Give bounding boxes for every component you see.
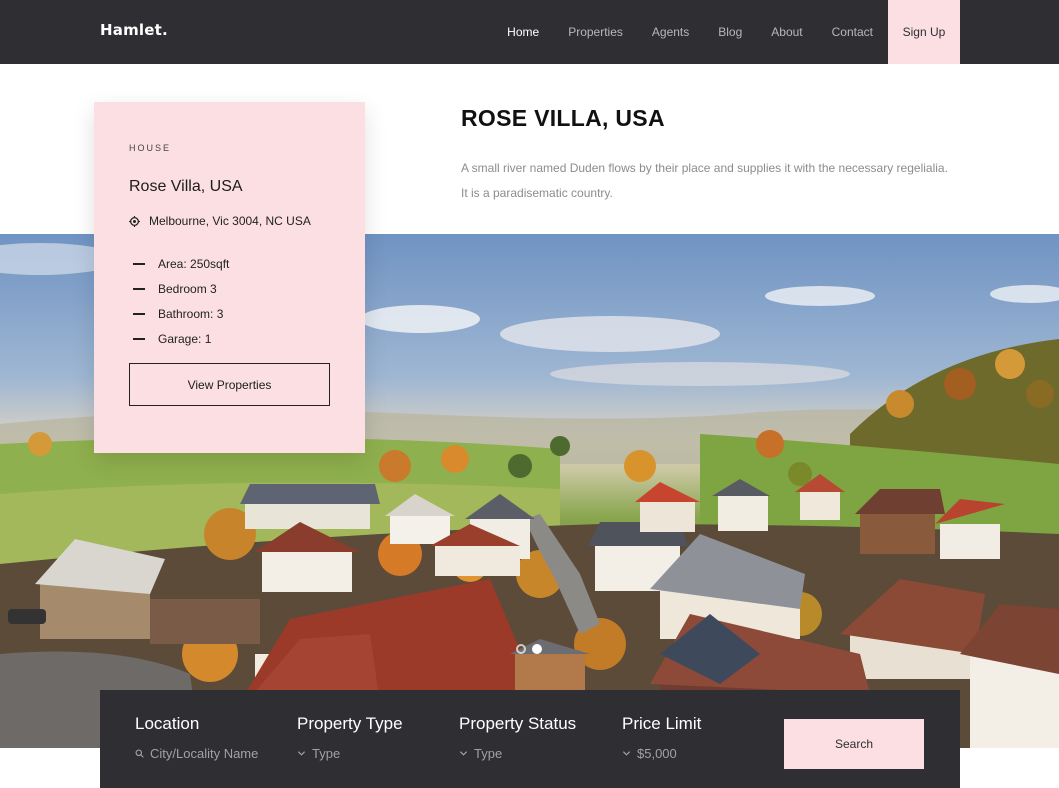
location-label: Location: [135, 714, 200, 733]
dash-icon: [133, 312, 145, 315]
main-nav: Home Properties Agents Blog About Contac…: [478, 0, 960, 64]
view-properties-button[interactable]: View Properties: [129, 363, 330, 406]
spec-bathroom-text: Bathroom: 3: [158, 306, 224, 321]
property-type-field[interactable]: Property Type Type: [297, 714, 403, 761]
slider-dot-1[interactable]: [516, 644, 526, 654]
location-input[interactable]: City/Locality Name: [135, 746, 258, 761]
chevron-down-icon: [297, 751, 306, 756]
location-placeholder: City/Locality Name: [150, 746, 259, 761]
search-icon: [135, 749, 144, 758]
property-status-label: Property Status: [459, 714, 577, 733]
spec-garage-text: Garage: 1: [158, 331, 212, 346]
price-limit-select[interactable]: $5,000: [622, 746, 701, 761]
property-specs: Area: 250sqft Bedroom 3 Bathroom: 3 Gara…: [133, 251, 229, 351]
property-status-value: Type: [474, 746, 503, 761]
nav-item-agents[interactable]: Agents: [652, 25, 689, 39]
slider-dots: [516, 644, 548, 654]
spec-area: Area: 250sqft: [133, 251, 229, 276]
price-limit-value: $5,000: [637, 746, 677, 761]
property-description: A small river named Duden flows by their…: [461, 161, 948, 200]
search-button[interactable]: Search: [784, 719, 924, 769]
property-type-value: Type: [312, 746, 341, 761]
nav-item-blog[interactable]: Blog: [718, 25, 742, 39]
location-field[interactable]: Location City/Locality Name: [135, 714, 258, 761]
brand-logo[interactable]: Hamlet.: [100, 21, 168, 39]
dash-icon: [133, 287, 145, 290]
price-limit-label: Price Limit: [622, 714, 702, 733]
property-status-field[interactable]: Property Status Type: [459, 714, 576, 761]
signup-button[interactable]: Sign Up: [888, 0, 960, 64]
dash-icon: [133, 337, 145, 340]
price-limit-field[interactable]: Price Limit $5,000: [622, 714, 701, 761]
slider-dot-2[interactable]: [532, 644, 542, 654]
spec-area-text: Area: 250sqft: [158, 256, 230, 271]
nav-item-contact[interactable]: Contact: [832, 25, 873, 39]
nav-item-properties[interactable]: Properties: [568, 25, 623, 39]
chevron-down-icon: [459, 751, 468, 756]
property-card-title: Rose Villa, USA: [129, 178, 243, 195]
spec-bathroom: Bathroom: 3: [133, 301, 229, 326]
property-type-select[interactable]: Type: [297, 746, 403, 761]
spec-bedroom: Bedroom 3: [133, 276, 229, 301]
location-pin-icon: [129, 215, 140, 227]
chevron-down-icon: [622, 751, 631, 756]
property-category: HOUSE: [129, 143, 172, 153]
property-card: HOUSE Rose Villa, USA Melbourne, Vic 300…: [94, 102, 365, 453]
nav-item-about[interactable]: About: [771, 25, 802, 39]
navbar: Hamlet. Home Properties Agents Blog Abou…: [0, 0, 1059, 64]
property-type-label: Property Type: [297, 714, 403, 733]
property-search-bar: Location City/Locality Name Property Typ…: [100, 690, 960, 788]
dash-icon: [133, 262, 145, 265]
property-address: Melbourne, Vic 3004, NC USA: [129, 214, 311, 228]
property-heading: ROSE VILLA, USA: [461, 105, 665, 131]
nav-item-home[interactable]: Home: [507, 25, 539, 39]
property-status-select[interactable]: Type: [459, 746, 576, 761]
property-address-text: Melbourne, Vic 3004, NC USA: [149, 214, 311, 228]
spec-bedroom-text: Bedroom 3: [158, 281, 217, 296]
spec-garage: Garage: 1: [133, 326, 229, 351]
